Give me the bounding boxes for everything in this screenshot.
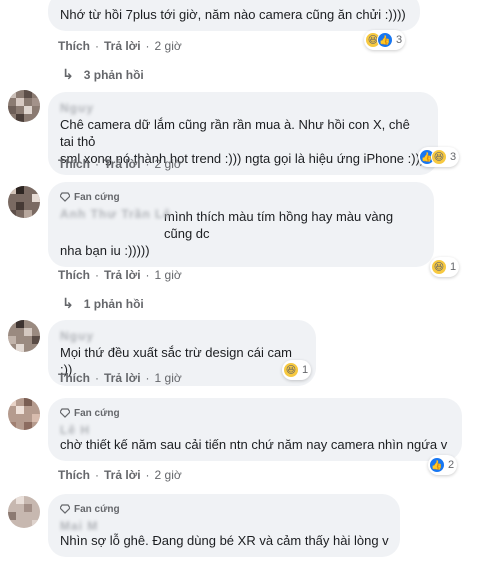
like-link[interactable]: Thích (58, 157, 90, 171)
timestamp[interactable]: 1 giờ (155, 371, 182, 385)
badge-label: Fan cứng (74, 503, 120, 515)
comment-bubble: Fan cứng Anh Thư Trần Lê mình thích màu … (48, 182, 434, 267)
commenter-name[interactable]: Nguy (60, 328, 304, 344)
avatar[interactable] (8, 320, 40, 352)
like-link[interactable]: Thích (58, 268, 90, 282)
reply-link[interactable]: Trả lời (104, 39, 141, 53)
diamond-icon (60, 408, 70, 418)
timestamp[interactable]: 1 giờ (155, 268, 182, 282)
like-link[interactable]: Thích (58, 371, 90, 385)
comment-text: chờ thiết kế năm sau cải tiến ntn chứ nă… (60, 437, 448, 452)
like-icon: 👍 (377, 32, 393, 48)
comment-bubble: Nhớ từ hồi 7plus tới giờ, năm nào camera… (48, 0, 420, 31)
badge-label: Fan cứng (74, 191, 120, 203)
like-link[interactable]: Thích (58, 468, 90, 482)
like-icon: 👍 (429, 457, 445, 473)
diamond-icon (60, 504, 70, 514)
avatar[interactable] (8, 186, 40, 218)
replies-count: 3 phản hồi (83, 67, 144, 82)
comment-bubble: Fan cứng Mai M Nhìn sợ lỗ ghê. Đang dùng… (48, 494, 400, 557)
comment-text-line-2: nha bạn iu :))))) (60, 243, 150, 258)
reply-link[interactable]: Trả lời (104, 268, 141, 282)
avatar[interactable] (8, 90, 40, 122)
commenter-name[interactable]: Mai M (60, 518, 388, 533)
comment-actions: Thích · Trả lời · 2 giờ (58, 39, 182, 53)
comment-text-line-1: Chê camera dữ lắm cũng rần rần mua à. Nh… (60, 117, 410, 149)
fan-badge: Fan cứng (60, 502, 388, 516)
reaction-summary[interactable]: 👍 😆 3 (418, 147, 460, 167)
reaction-summary[interactable]: 😆 1 (282, 360, 312, 380)
reaction-count: 3 (396, 34, 403, 46)
reply-link[interactable]: Trả lời (104, 371, 141, 385)
comment-bubble: Fan cứng Lê H chờ thiết kế năm sau cải t… (48, 398, 462, 461)
avatar[interactable] (8, 496, 40, 528)
commenter-name[interactable]: Lê H (60, 422, 450, 437)
comment-actions: Thích · Trả lời · 1 giờ (58, 268, 182, 282)
reply-link[interactable]: Trả lời (104, 157, 141, 171)
reaction-count: 1 (302, 364, 309, 376)
view-replies-link[interactable]: ↳ 1 phản hồi (62, 295, 144, 312)
reaction-count: 3 (450, 151, 457, 163)
reply-arrow-icon: ↳ (62, 295, 74, 311)
haha-icon: 😆 (431, 149, 447, 165)
comment-actions: Thích · Trả lời · 2 giờ (58, 157, 182, 171)
fan-badge: Fan cứng (60, 190, 422, 204)
commenter-name[interactable]: Anh Thư Trần Lê (60, 206, 422, 221)
comment-actions: Thích · Trả lời · 2 giờ (58, 468, 182, 482)
comment-text: Nhớ từ hồi 7plus tới giờ, năm nào camera… (60, 7, 406, 22)
fan-badge: Fan cứng (60, 406, 450, 420)
reaction-summary[interactable]: 👍 2 (428, 455, 458, 475)
reaction-summary[interactable]: 😆 👍 3 (364, 30, 406, 50)
view-replies-link[interactable]: ↳ 3 phản hồi (62, 66, 144, 83)
avatar[interactable] (8, 398, 40, 430)
haha-icon: 😆 (283, 362, 299, 378)
reaction-count: 1 (450, 261, 457, 273)
timestamp[interactable]: 2 giờ (155, 39, 182, 53)
reply-link[interactable]: Trả lời (104, 468, 141, 482)
comment-text: Nhìn sợ lỗ ghê. Đang dùng bé XR và cảm t… (60, 533, 389, 548)
timestamp[interactable]: 2 giờ (155, 468, 182, 482)
badge-label: Fan cứng (74, 407, 120, 419)
haha-icon: 😆 (431, 259, 447, 275)
timestamp[interactable]: 2 giờ (155, 157, 182, 171)
like-link[interactable]: Thích (58, 39, 90, 53)
diamond-icon (60, 192, 70, 202)
reply-arrow-icon: ↳ (62, 66, 74, 82)
comment-actions: Thích · Trả lời · 1 giờ (58, 371, 182, 385)
reaction-count: 2 (448, 459, 455, 471)
replies-count: 1 phản hồi (83, 296, 144, 311)
reaction-summary[interactable]: 😆 1 (430, 257, 460, 277)
commenter-name[interactable]: Nguy (60, 100, 426, 116)
